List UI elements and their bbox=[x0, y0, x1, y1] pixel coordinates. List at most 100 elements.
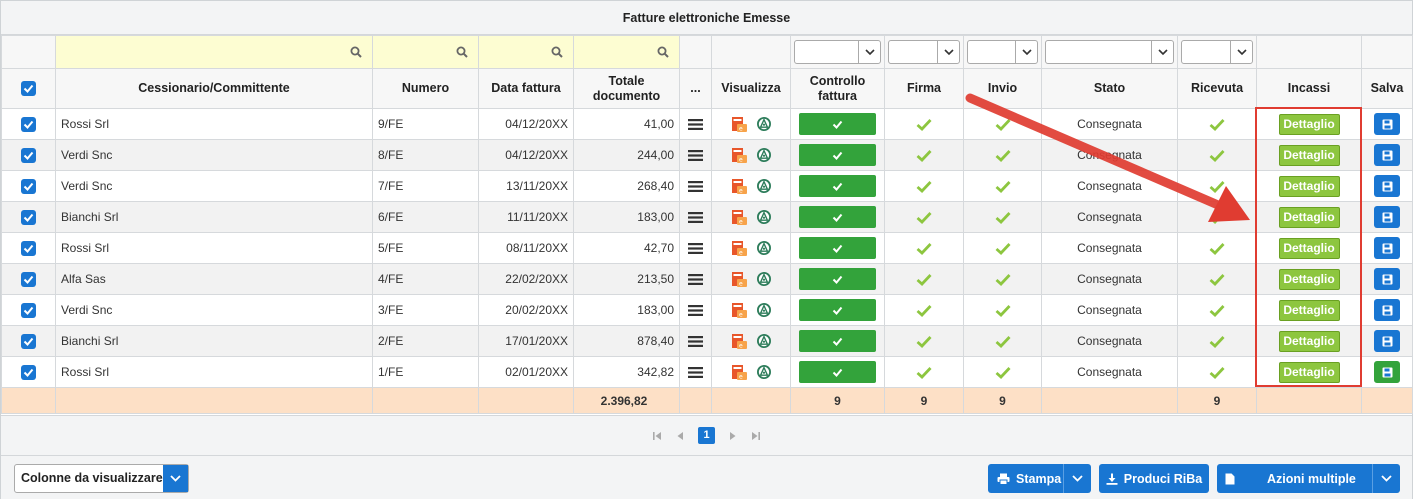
cell-controllo[interactable] bbox=[790, 325, 885, 357]
save-button[interactable] bbox=[1374, 237, 1400, 259]
table-row[interactable]: Rossi Srl 1/FE 02/01/20XX 342,82 e Consegnata… bbox=[1, 356, 1413, 388]
ricevuta-select[interactable] bbox=[1181, 40, 1253, 64]
controllo-ok-button[interactable] bbox=[799, 361, 876, 383]
xml-viewer-icon[interactable] bbox=[756, 209, 772, 225]
filter-invio[interactable] bbox=[963, 35, 1042, 69]
row-checkbox[interactable] bbox=[21, 271, 36, 287]
filter-numero[interactable] bbox=[372, 35, 479, 69]
xml-viewer-icon[interactable] bbox=[756, 364, 772, 380]
columns-select[interactable]: Colonne da visualizzare bbox=[14, 464, 189, 493]
cell-more[interactable] bbox=[679, 294, 712, 326]
save-button[interactable] bbox=[1374, 175, 1400, 197]
select-all-checkbox[interactable] bbox=[21, 81, 36, 97]
firma-select[interactable] bbox=[888, 40, 960, 64]
col-visualizza[interactable]: Visualizza bbox=[711, 68, 791, 109]
row-select-cell[interactable] bbox=[1, 263, 56, 295]
cell-controllo[interactable] bbox=[790, 263, 885, 295]
controllo-ok-button[interactable] bbox=[799, 299, 876, 321]
xml-viewer-icon[interactable] bbox=[756, 147, 772, 163]
controllo-ok-button[interactable] bbox=[799, 206, 876, 228]
pdf-icon[interactable]: e bbox=[731, 364, 748, 381]
row-select-cell[interactable] bbox=[1, 232, 56, 264]
cell-more[interactable] bbox=[679, 263, 712, 295]
row-select-cell[interactable] bbox=[1, 325, 56, 357]
cell-more[interactable] bbox=[679, 201, 712, 233]
col-numero[interactable]: Numero bbox=[372, 68, 479, 109]
pdf-icon[interactable]: e bbox=[731, 178, 748, 195]
xml-viewer-icon[interactable] bbox=[756, 116, 772, 132]
filter-totale[interactable] bbox=[573, 35, 680, 69]
dettaglio-button[interactable]: Dettaglio bbox=[1278, 299, 1340, 321]
filter-controllo[interactable] bbox=[790, 35, 885, 69]
dettaglio-button[interactable]: Dettaglio bbox=[1278, 144, 1340, 166]
xml-viewer-icon[interactable] bbox=[756, 240, 772, 256]
table-row[interactable]: Alfa Sas 4/FE 22/02/20XX 213,50 e Consegnata D… bbox=[1, 263, 1413, 295]
dettaglio-button[interactable]: Dettaglio bbox=[1278, 237, 1340, 259]
table-row[interactable]: Bianchi Srl 2/FE 17/01/20XX 878,40 e Consegna… bbox=[1, 325, 1413, 357]
col-ricevuta[interactable]: Ricevuta bbox=[1177, 68, 1257, 109]
menu-icon[interactable] bbox=[688, 273, 703, 286]
row-checkbox[interactable] bbox=[21, 240, 36, 256]
row-checkbox[interactable] bbox=[21, 178, 36, 194]
row-select-cell[interactable] bbox=[1, 201, 56, 233]
pdf-icon[interactable]: e bbox=[731, 209, 748, 226]
filter-stato[interactable] bbox=[1041, 35, 1178, 69]
row-checkbox[interactable] bbox=[21, 333, 36, 349]
cell-controllo[interactable] bbox=[790, 294, 885, 326]
save-button[interactable] bbox=[1374, 361, 1400, 383]
print-dropdown[interactable] bbox=[1063, 464, 1091, 493]
col-cessionario[interactable]: Cessionario/Committente bbox=[55, 68, 373, 109]
pdf-icon[interactable]: e bbox=[731, 302, 748, 319]
row-checkbox[interactable] bbox=[21, 364, 36, 380]
xml-viewer-icon[interactable] bbox=[756, 271, 772, 287]
row-checkbox[interactable] bbox=[21, 147, 36, 163]
controllo-ok-button[interactable] bbox=[799, 330, 876, 352]
multiple-actions-dropdown[interactable] bbox=[1372, 464, 1400, 493]
cell-more[interactable] bbox=[679, 108, 712, 140]
menu-icon[interactable] bbox=[688, 242, 703, 255]
pdf-icon[interactable]: e bbox=[731, 116, 748, 133]
col-controllo[interactable]: Controllo fattura bbox=[790, 68, 885, 109]
row-select-cell[interactable] bbox=[1, 170, 56, 202]
col-totale[interactable]: Totale documento bbox=[573, 68, 680, 109]
controllo-ok-button[interactable] bbox=[799, 175, 876, 197]
dettaglio-button[interactable]: Dettaglio bbox=[1278, 268, 1340, 290]
dettaglio-button[interactable]: Dettaglio bbox=[1278, 113, 1340, 135]
xml-viewer-icon[interactable] bbox=[756, 333, 772, 349]
filter-ricevuta[interactable] bbox=[1177, 35, 1257, 69]
dettaglio-button[interactable]: Dettaglio bbox=[1278, 175, 1340, 197]
table-row[interactable]: Verdi Snc 8/FE 04/12/20XX 244,00 e Consegnata… bbox=[1, 139, 1413, 171]
save-button[interactable] bbox=[1374, 144, 1400, 166]
pdf-icon[interactable]: e bbox=[731, 271, 748, 288]
controllo-select[interactable] bbox=[794, 40, 881, 64]
save-button[interactable] bbox=[1374, 330, 1400, 352]
cell-controllo[interactable] bbox=[790, 201, 885, 233]
save-button[interactable] bbox=[1374, 113, 1400, 135]
cell-more[interactable] bbox=[679, 139, 712, 171]
table-row[interactable]: Verdi Snc 3/FE 20/02/20XX 183,00 e Consegnata… bbox=[1, 294, 1413, 326]
next-page-icon[interactable] bbox=[729, 431, 737, 441]
cell-more[interactable] bbox=[679, 232, 712, 264]
controllo-ok-button[interactable] bbox=[799, 113, 876, 135]
col-data[interactable]: Data fattura bbox=[478, 68, 574, 109]
controllo-ok-button[interactable] bbox=[799, 237, 876, 259]
col-more[interactable]: ... bbox=[679, 68, 712, 109]
select-all-cell[interactable] bbox=[1, 68, 56, 109]
prev-page-icon[interactable] bbox=[676, 431, 684, 441]
cell-more[interactable] bbox=[679, 170, 712, 202]
filter-data[interactable] bbox=[478, 35, 574, 69]
multiple-actions-button[interactable]: Azioni multiple bbox=[1217, 464, 1400, 493]
cell-more[interactable] bbox=[679, 356, 712, 388]
dettaglio-button[interactable]: Dettaglio bbox=[1278, 361, 1340, 383]
dettaglio-button[interactable]: Dettaglio bbox=[1278, 206, 1340, 228]
menu-icon[interactable] bbox=[688, 366, 703, 379]
cell-controllo[interactable] bbox=[790, 170, 885, 202]
controllo-ok-button[interactable] bbox=[799, 144, 876, 166]
menu-icon[interactable] bbox=[688, 180, 703, 193]
save-button[interactable] bbox=[1374, 206, 1400, 228]
pdf-icon[interactable]: e bbox=[731, 240, 748, 257]
pdf-icon[interactable]: e bbox=[731, 147, 748, 164]
xml-viewer-icon[interactable] bbox=[756, 178, 772, 194]
row-checkbox[interactable] bbox=[21, 116, 36, 132]
save-button[interactable] bbox=[1374, 299, 1400, 321]
